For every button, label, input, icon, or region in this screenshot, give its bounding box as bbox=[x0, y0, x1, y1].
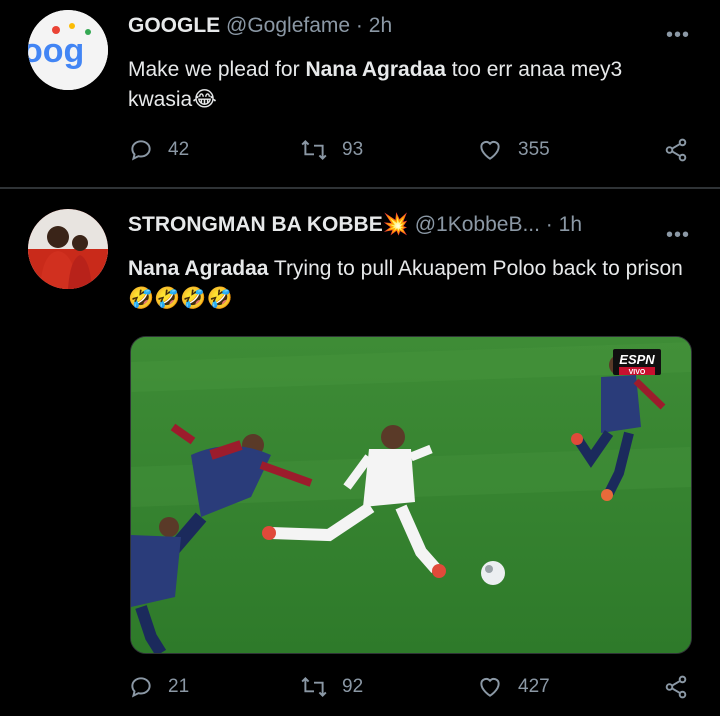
reply-count: 42 bbox=[168, 139, 190, 160]
retweet-button[interactable]: 92 bbox=[300, 674, 363, 700]
like-count: 355 bbox=[518, 139, 550, 160]
reply-button[interactable]: 42 bbox=[128, 137, 189, 163]
tweet-text: Make we plead for Nana Agradaa too err a… bbox=[128, 55, 688, 115]
espn-logo-text: ESPN bbox=[619, 352, 655, 367]
text-plain: Make we plead for bbox=[128, 58, 306, 81]
more-options-icon[interactable]: ••• bbox=[666, 224, 690, 247]
action-bar: 21 92 427 bbox=[128, 674, 698, 704]
reply-icon bbox=[131, 677, 151, 698]
mention-bold: Nana Agradaa bbox=[305, 58, 446, 81]
text-rest: Trying to pull Akuapem Poloo back to pri… bbox=[268, 257, 683, 280]
handle[interactable]: @1KobbeB... bbox=[415, 213, 540, 236]
retweet-count: 93 bbox=[342, 139, 364, 160]
tweet-2[interactable]: STRONGMAN BA KOBBE💥 @1KobbeB... · 1h •••… bbox=[0, 190, 720, 716]
share-icon bbox=[665, 138, 687, 162]
avatar[interactable]: oog bbox=[28, 10, 108, 90]
tweet-1[interactable]: oog GOOGLE @Goglefame · 2h ••• Make we p… bbox=[0, 0, 720, 188]
avatar-logo-text: oog bbox=[28, 32, 84, 70]
share-button[interactable] bbox=[662, 137, 704, 163]
reply-button[interactable]: 21 bbox=[128, 674, 189, 700]
action-bar: 42 93 355 bbox=[128, 137, 698, 167]
emoji: 😂 bbox=[192, 88, 217, 111]
display-name[interactable]: STRONGMAN BA KOBBE bbox=[128, 213, 383, 236]
live-badge-text: VIVO bbox=[629, 369, 646, 376]
separator: · bbox=[545, 213, 553, 236]
football bbox=[481, 561, 505, 585]
separator: · bbox=[355, 14, 363, 37]
like-button[interactable]: 427 bbox=[476, 674, 550, 700]
tweet-header: STRONGMAN BA KOBBE💥 @1KobbeB... · 1h bbox=[128, 213, 582, 237]
timestamp[interactable]: 1h bbox=[559, 213, 582, 236]
football-scene: ESPN VIVO bbox=[131, 337, 691, 653]
like-button[interactable]: 355 bbox=[476, 137, 550, 163]
emoji: 🤣🤣🤣🤣 bbox=[128, 287, 233, 310]
avatar[interactable] bbox=[28, 209, 108, 289]
more-options-icon[interactable]: ••• bbox=[666, 24, 690, 47]
tweet-text: Nana Agradaa Trying to pull Akuapem Polo… bbox=[128, 254, 688, 314]
timestamp[interactable]: 2h bbox=[369, 14, 392, 37]
handle[interactable]: @Goglefame bbox=[226, 14, 350, 37]
like-count: 427 bbox=[518, 676, 550, 697]
divider bbox=[0, 187, 720, 189]
retweet-icon bbox=[301, 140, 327, 160]
retweet-count: 92 bbox=[342, 676, 364, 697]
name-emoji: 💥 bbox=[382, 213, 409, 236]
retweet-button[interactable]: 93 bbox=[300, 137, 363, 163]
share-button[interactable] bbox=[662, 674, 704, 700]
retweet-icon bbox=[301, 677, 327, 697]
display-name[interactable]: GOOGLE bbox=[128, 14, 220, 37]
reply-icon bbox=[131, 140, 151, 161]
tweet-media-image[interactable]: ESPN VIVO bbox=[130, 336, 692, 654]
share-icon bbox=[665, 675, 687, 699]
tweet-header: GOOGLE @Goglefame · 2h bbox=[128, 14, 392, 38]
mention-bold: Nana Agradaa bbox=[128, 257, 269, 280]
heart-icon bbox=[480, 140, 500, 160]
heart-icon bbox=[480, 677, 500, 697]
reply-count: 21 bbox=[168, 676, 190, 697]
